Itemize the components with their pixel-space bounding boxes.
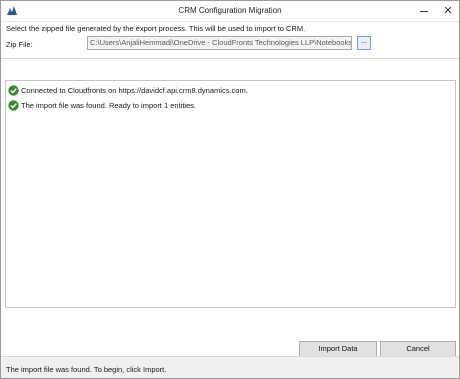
log-message: The import file was found. Ready to impo… <box>21 101 197 110</box>
cancel-button[interactable]: Cancel <box>380 341 456 357</box>
log-message: Connected to Cloudfronts on https://davi… <box>21 86 248 95</box>
check-circle-icon <box>8 100 19 111</box>
close-button[interactable]: ✕ <box>437 1 459 21</box>
main-content: Select the zipped file generated by the … <box>1 22 459 357</box>
browse-button[interactable]: ... <box>357 36 371 50</box>
zip-file-input[interactable]: C:\Users\AnjaliHemmadi\OneDrive - CloudF… <box>87 36 352 50</box>
divider <box>1 58 459 59</box>
instruction-text: Select the zipped file generated by the … <box>6 24 306 33</box>
status-text: The import file was found. To begin, cli… <box>6 365 167 374</box>
crm-configuration-migration-window: CRM Configuration Migration ✕ Select the… <box>0 0 460 379</box>
import-data-button[interactable]: Import Data <box>299 341 377 357</box>
zip-file-label: Zip File: <box>6 40 33 49</box>
window-title: CRM Configuration Migration <box>178 6 282 15</box>
log-panel: Connected to Cloudfronts on https://davi… <box>5 80 456 308</box>
title-bar: CRM Configuration Migration ✕ <box>1 1 459 22</box>
check-circle-icon <box>8 85 19 96</box>
minimize-icon <box>420 11 428 12</box>
minimize-button[interactable] <box>413 1 435 21</box>
status-bar: The import file was found. To begin, cli… <box>1 356 459 378</box>
